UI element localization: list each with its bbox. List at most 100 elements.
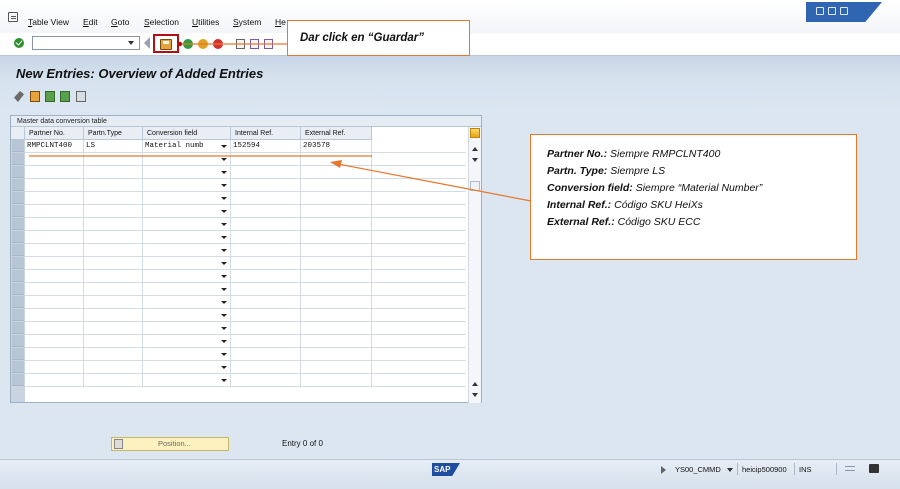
table-cell[interactable] <box>301 205 372 217</box>
table-cell[interactable] <box>143 335 231 347</box>
delete-icon[interactable] <box>60 91 70 102</box>
table-cell[interactable] <box>25 244 84 256</box>
table-cell[interactable] <box>143 322 231 334</box>
table-cell[interactable] <box>143 296 231 308</box>
table-cell[interactable] <box>143 270 231 282</box>
back-icon[interactable] <box>183 39 193 49</box>
close-icon[interactable] <box>840 7 848 15</box>
chevron-down-icon[interactable] <box>221 314 227 317</box>
table-cell[interactable]: RMPCLNT400 <box>25 140 84 152</box>
maximize-icon[interactable] <box>828 7 836 15</box>
chevron-down-icon[interactable] <box>221 184 227 187</box>
chevron-down-icon[interactable] <box>221 301 227 304</box>
scroll-down-icon[interactable] <box>472 393 478 397</box>
input-mode[interactable]: INS <box>799 465 812 474</box>
find-next-icon[interactable] <box>264 39 273 49</box>
table-cell[interactable] <box>25 348 84 360</box>
table-cell[interactable] <box>231 166 301 178</box>
table-cell[interactable] <box>301 179 372 191</box>
table-cell[interactable] <box>84 257 143 269</box>
table-cell[interactable] <box>25 192 84 204</box>
menu-selection[interactable]: Selection <box>144 17 179 27</box>
table-cell[interactable] <box>25 283 84 295</box>
row-selector[interactable] <box>12 374 24 386</box>
table-cell[interactable] <box>84 153 143 165</box>
cancel-icon[interactable] <box>213 39 223 49</box>
table-cell[interactable] <box>84 179 143 191</box>
table-cell[interactable] <box>143 179 231 191</box>
table-cell[interactable] <box>143 283 231 295</box>
row-selector[interactable] <box>12 257 24 269</box>
chevron-down-icon[interactable] <box>221 379 227 382</box>
table-cell[interactable] <box>301 322 372 334</box>
select-all-header[interactable] <box>11 127 25 140</box>
table-cell[interactable] <box>301 374 372 386</box>
copy-as-icon[interactable] <box>45 91 55 102</box>
table-cell[interactable] <box>84 231 143 243</box>
table-cell[interactable] <box>84 374 143 386</box>
table-cell[interactable] <box>25 205 84 217</box>
row-selector[interactable] <box>12 153 24 165</box>
table-cell[interactable] <box>231 348 301 360</box>
table-cell[interactable] <box>143 374 231 386</box>
table-cell[interactable] <box>25 231 84 243</box>
chevron-down-icon[interactable] <box>221 327 227 330</box>
table-cell[interactable] <box>84 296 143 308</box>
table-cell[interactable] <box>25 309 84 321</box>
row-selector[interactable] <box>12 283 24 295</box>
table-cell[interactable] <box>25 361 84 373</box>
table-cell[interactable] <box>84 283 143 295</box>
table-cell[interactable] <box>301 348 372 360</box>
table-cell[interactable] <box>231 374 301 386</box>
table-cell[interactable] <box>301 270 372 282</box>
status-expand-icon[interactable] <box>661 466 666 474</box>
table-cell[interactable] <box>143 153 231 165</box>
table-cell[interactable] <box>231 361 301 373</box>
row-selector[interactable] <box>12 322 24 334</box>
save-button[interactable] <box>153 34 179 53</box>
table-cell[interactable]: 152594 <box>231 140 301 152</box>
enter-check-icon[interactable] <box>14 38 24 48</box>
scroll-page-down-icon[interactable] <box>472 158 478 162</box>
row-selector[interactable] <box>12 205 24 217</box>
table-cell[interactable] <box>84 270 143 282</box>
row-selector[interactable] <box>12 140 24 152</box>
table-cell[interactable]: LS <box>84 140 143 152</box>
table-cell[interactable] <box>84 322 143 334</box>
table-cell[interactable] <box>301 244 372 256</box>
table-cell[interactable] <box>84 309 143 321</box>
row-selector[interactable] <box>12 218 24 230</box>
table-cell[interactable] <box>143 309 231 321</box>
chevron-down-icon[interactable] <box>221 145 227 148</box>
table-cell[interactable] <box>301 309 372 321</box>
chevron-down-icon[interactable] <box>221 353 227 356</box>
table-cell[interactable] <box>301 192 372 204</box>
print-icon[interactable] <box>236 39 245 49</box>
table-cell[interactable] <box>231 231 301 243</box>
table-cell[interactable] <box>25 374 84 386</box>
row-selector[interactable] <box>12 179 24 191</box>
table-cell[interactable] <box>231 322 301 334</box>
table-cell[interactable] <box>84 244 143 256</box>
column-header-external-ref[interactable]: External Ref. <box>301 127 372 140</box>
change-display-icon[interactable] <box>14 91 24 102</box>
table-cell[interactable] <box>84 361 143 373</box>
table-cell[interactable] <box>143 257 231 269</box>
lock-icon[interactable] <box>869 464 879 473</box>
table-cell[interactable] <box>301 231 372 243</box>
chevron-down-icon[interactable] <box>221 210 227 213</box>
table-cell[interactable] <box>231 270 301 282</box>
minimize-icon[interactable] <box>816 7 824 15</box>
table-cell[interactable] <box>231 192 301 204</box>
row-selector[interactable] <box>12 361 24 373</box>
table-cell[interactable] <box>25 335 84 347</box>
table-cell[interactable] <box>25 296 84 308</box>
chevron-down-icon[interactable] <box>221 223 227 226</box>
table-cell[interactable] <box>25 257 84 269</box>
column-header-conversion-field[interactable]: Conversion field <box>143 127 231 140</box>
vertical-scrollbar[interactable] <box>468 127 481 403</box>
chevron-down-icon[interactable] <box>221 158 227 161</box>
table-cell[interactable] <box>25 166 84 178</box>
chevron-down-icon[interactable] <box>221 340 227 343</box>
menu-edit[interactable]: Edit <box>83 17 98 27</box>
